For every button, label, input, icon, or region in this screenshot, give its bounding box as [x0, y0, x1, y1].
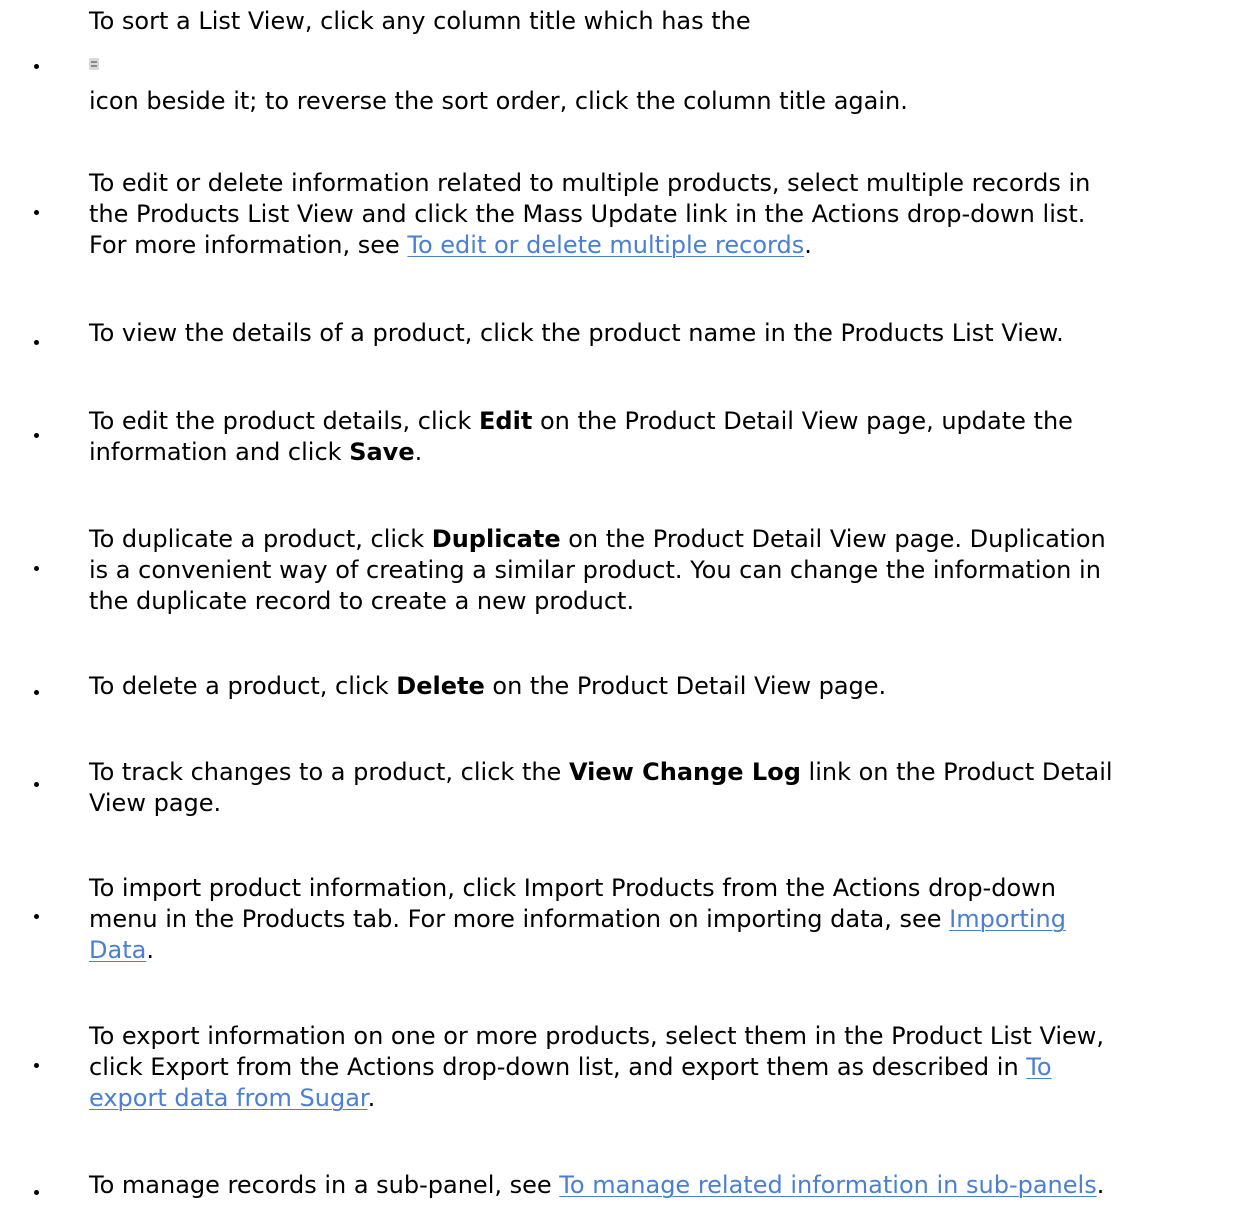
link-importing-data[interactable]: Data	[89, 936, 146, 964]
link-manage-subpanels[interactable]: To manage related information in sub-pan…	[559, 1171, 1096, 1199]
item-text: menu in the Products tab. For more infor…	[89, 905, 950, 933]
bold-save: Save	[349, 438, 415, 466]
bullet	[34, 64, 39, 69]
item-line: To edit the product details, click Edit …	[89, 406, 1249, 437]
bullet	[34, 433, 39, 438]
bullet	[34, 914, 39, 919]
item-line: To manage records in a sub-panel, see To…	[89, 1170, 1249, 1201]
item-text: on the Product Detail View page. Duplica…	[560, 525, 1106, 553]
item-line: menu in the Products tab. For more infor…	[89, 904, 1249, 935]
item-line: click Export from the Actions drop-down …	[89, 1052, 1249, 1083]
bullet	[34, 340, 39, 345]
item-text: .	[414, 438, 423, 466]
item-text: For more information, see	[89, 231, 408, 259]
bullet	[34, 566, 39, 571]
bullet	[34, 690, 39, 695]
item-text: To edit the product details, click	[89, 407, 480, 435]
item-text: To track changes to a product, click the	[89, 758, 569, 786]
item-line: For more information, see To edit or del…	[89, 230, 1249, 261]
item-line: To sort a List View, click any column ti…	[89, 7, 751, 35]
bullet	[34, 1190, 39, 1195]
bullet	[34, 1063, 39, 1068]
bold-duplicate: Duplicate	[431, 525, 561, 553]
item-text: To delete a product, click	[89, 672, 397, 700]
item-line: To delete a product, click Delete on the…	[89, 671, 1249, 702]
item-line: the duplicate record to create a new pro…	[89, 587, 635, 615]
item-line: Data.	[89, 935, 1249, 966]
link-importing-data[interactable]: Importing	[949, 905, 1066, 933]
link-export-data[interactable]: To	[1026, 1053, 1051, 1081]
item-text: To manage records in a sub-panel, see	[89, 1171, 560, 1199]
item-line: is a convenient way of creating a simila…	[89, 556, 1101, 584]
link-export-data[interactable]: export data from Sugar	[89, 1084, 368, 1112]
item-line: View page.	[89, 789, 222, 817]
item-line: To duplicate a product, click Duplicate …	[89, 524, 1249, 555]
item-line: the Products List View and click the Mas…	[89, 200, 1086, 228]
item-line: To export information on one or more pro…	[89, 1022, 1105, 1050]
item-line: To view the details of a product, click …	[89, 319, 1064, 347]
bold-view-change-log: View Change Log	[568, 758, 801, 786]
item-text: information and click	[89, 438, 350, 466]
item-line: To import product information, click Imp…	[89, 874, 1056, 902]
bold-delete: Delete	[396, 672, 485, 700]
item-text: on the Product Detail View page, update …	[532, 407, 1073, 435]
bold-edit: Edit	[479, 407, 533, 435]
bullet	[34, 210, 39, 215]
item-text: .	[146, 936, 154, 964]
bullet	[34, 782, 39, 787]
item-line: export data from Sugar.	[89, 1083, 1249, 1114]
item-text: .	[804, 231, 812, 259]
item-text: link on the Product Detail	[800, 758, 1113, 786]
item-text: .	[1096, 1171, 1105, 1199]
item-text: on the Product Detail View page.	[484, 672, 887, 700]
item-line: To track changes to a product, click the…	[89, 757, 1249, 788]
item-line: information and click Save.	[89, 437, 1249, 468]
item-text: To duplicate a product, click	[89, 525, 432, 553]
sort-icon	[89, 58, 99, 70]
link-edit-delete-multiple[interactable]: To edit or delete multiple records	[407, 231, 804, 259]
item-line: icon beside it; to reverse the sort orde…	[89, 87, 908, 115]
item-line: To edit or delete information related to…	[89, 169, 1091, 197]
item-text: .	[367, 1084, 376, 1112]
item-text: click Export from the Actions drop-down …	[89, 1053, 1027, 1081]
